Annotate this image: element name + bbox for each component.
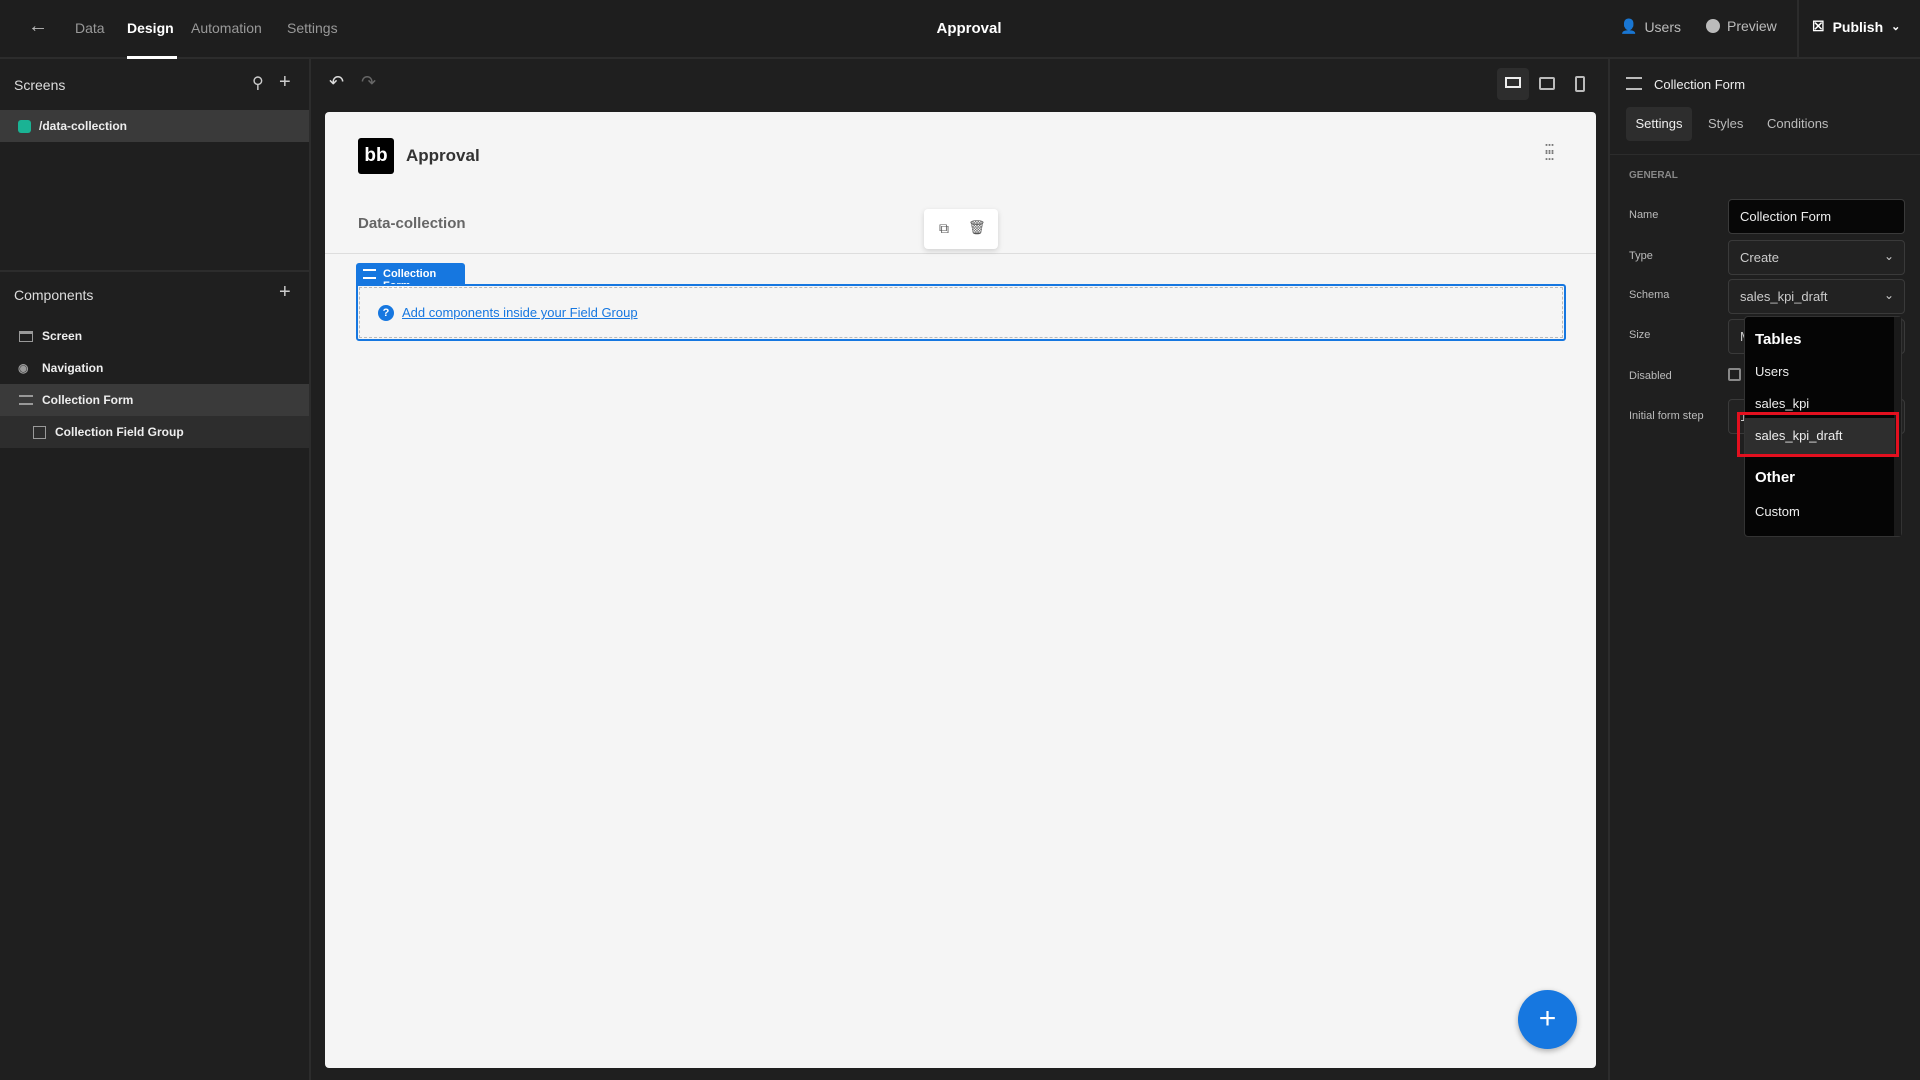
divider [325, 253, 1596, 254]
disabled-label: Disabled [1629, 370, 1672, 382]
tab-styles[interactable]: Styles [1708, 116, 1743, 131]
canvas: bb Approval :::::: Data-collection ⧉ 🗑 C… [325, 112, 1596, 1068]
component-name-header: Collection Form [1654, 77, 1746, 92]
type-label: Type [1629, 250, 1653, 262]
tab-conditions[interactable]: Conditions [1767, 116, 1828, 131]
section-general: GENERAL [1629, 170, 1678, 181]
eye-icon: ◉ [18, 361, 29, 375]
form-icon [19, 395, 33, 405]
size-label: Size [1629, 329, 1651, 341]
divider [1797, 0, 1799, 57]
preview-button[interactable]: Preview [1706, 18, 1777, 34]
screen-icon [19, 330, 33, 342]
group-other: Other [1755, 469, 1796, 486]
redo-icon[interactable]: ↷ [361, 72, 376, 93]
highlight-box [1737, 412, 1899, 457]
screen-color-icon [18, 119, 31, 133]
field-group-icon [33, 425, 46, 439]
play-icon [1706, 19, 1720, 33]
component-screen[interactable]: Screen [0, 320, 309, 352]
canvas-app-title: Approval [406, 146, 480, 165]
user-icon: 👤 [1620, 18, 1638, 34]
option-sales-kpi[interactable]: sales_kpi [1745, 396, 1895, 411]
chevron-down-icon: ⌄ [1883, 249, 1894, 263]
collection-form-dropzone[interactable]: ? Add components inside your Field Group [356, 284, 1566, 341]
screens-header: Screens [14, 77, 66, 93]
add-component-fab[interactable]: + [1518, 990, 1577, 1049]
name-input[interactable]: Collection Form [1728, 199, 1905, 234]
add-component-icon[interactable]: + [279, 281, 291, 304]
undo-icon[interactable]: ↶ [329, 72, 344, 93]
screen-title: Data-collection [358, 215, 466, 232]
publish-button[interactable]: ☒ Publish ⌄ [1812, 18, 1900, 35]
group-tables: Tables [1755, 331, 1802, 348]
component-field-group[interactable]: Collection Field Group [0, 416, 309, 448]
left-panel: Screens ⚲ + /data-collection Components … [0, 59, 311, 1080]
tab-settings-panel[interactable]: Settings [1626, 107, 1692, 141]
search-icon[interactable]: ⚲ [252, 73, 264, 93]
add-components-link[interactable]: Add components inside your Field Group [402, 305, 638, 320]
chevron-down-icon: ⌄ [1883, 288, 1894, 302]
components-header: Components [14, 287, 94, 303]
divider [0, 270, 309, 272]
initial-step-label: Initial form step [1629, 410, 1704, 422]
component-navigation[interactable]: ◉ Navigation [0, 352, 309, 384]
component-collection-form[interactable]: Collection Form [0, 384, 309, 416]
type-select[interactable]: Create ⌄ [1728, 240, 1905, 275]
component-toolbar: ⧉ 🗑 [924, 209, 998, 249]
option-users[interactable]: Users [1745, 364, 1895, 379]
help-icon: ? [378, 305, 394, 321]
form-icon [363, 269, 376, 279]
users-button[interactable]: 👤 Users [1620, 18, 1681, 35]
screen-item[interactable]: /data-collection [0, 110, 309, 142]
mobile-icon[interactable] [1575, 76, 1585, 92]
disabled-checkbox[interactable] [1728, 368, 1741, 381]
duplicate-icon[interactable]: ⧉ [939, 220, 949, 237]
name-label: Name [1629, 209, 1659, 221]
add-screen-icon[interactable]: + [279, 71, 291, 94]
schema-select[interactable]: sales_kpi_draft ⌄ [1728, 279, 1905, 314]
top-bar: ← Data Design Automation Settings Approv… [0, 0, 1920, 59]
desktop-view-button[interactable] [1497, 68, 1529, 100]
collection-form-tag[interactable]: Collection Form [356, 263, 465, 292]
publish-off-icon: ☒ [1812, 18, 1825, 34]
form-icon [1626, 77, 1642, 90]
option-custom[interactable]: Custom [1745, 504, 1895, 519]
tablet-icon[interactable] [1539, 77, 1555, 90]
trash-icon[interactable]: 🗑 [968, 219, 986, 236]
schema-label: Schema [1629, 289, 1670, 301]
desktop-icon [1505, 77, 1521, 88]
grid-menu-icon[interactable]: :::::: [1544, 139, 1555, 163]
app-logo: bb [358, 138, 394, 174]
right-panel: Collection Form Settings Styles Conditio… [1608, 59, 1920, 1080]
divider [1610, 154, 1920, 155]
chevron-down-icon: ⌄ [1891, 21, 1901, 33]
